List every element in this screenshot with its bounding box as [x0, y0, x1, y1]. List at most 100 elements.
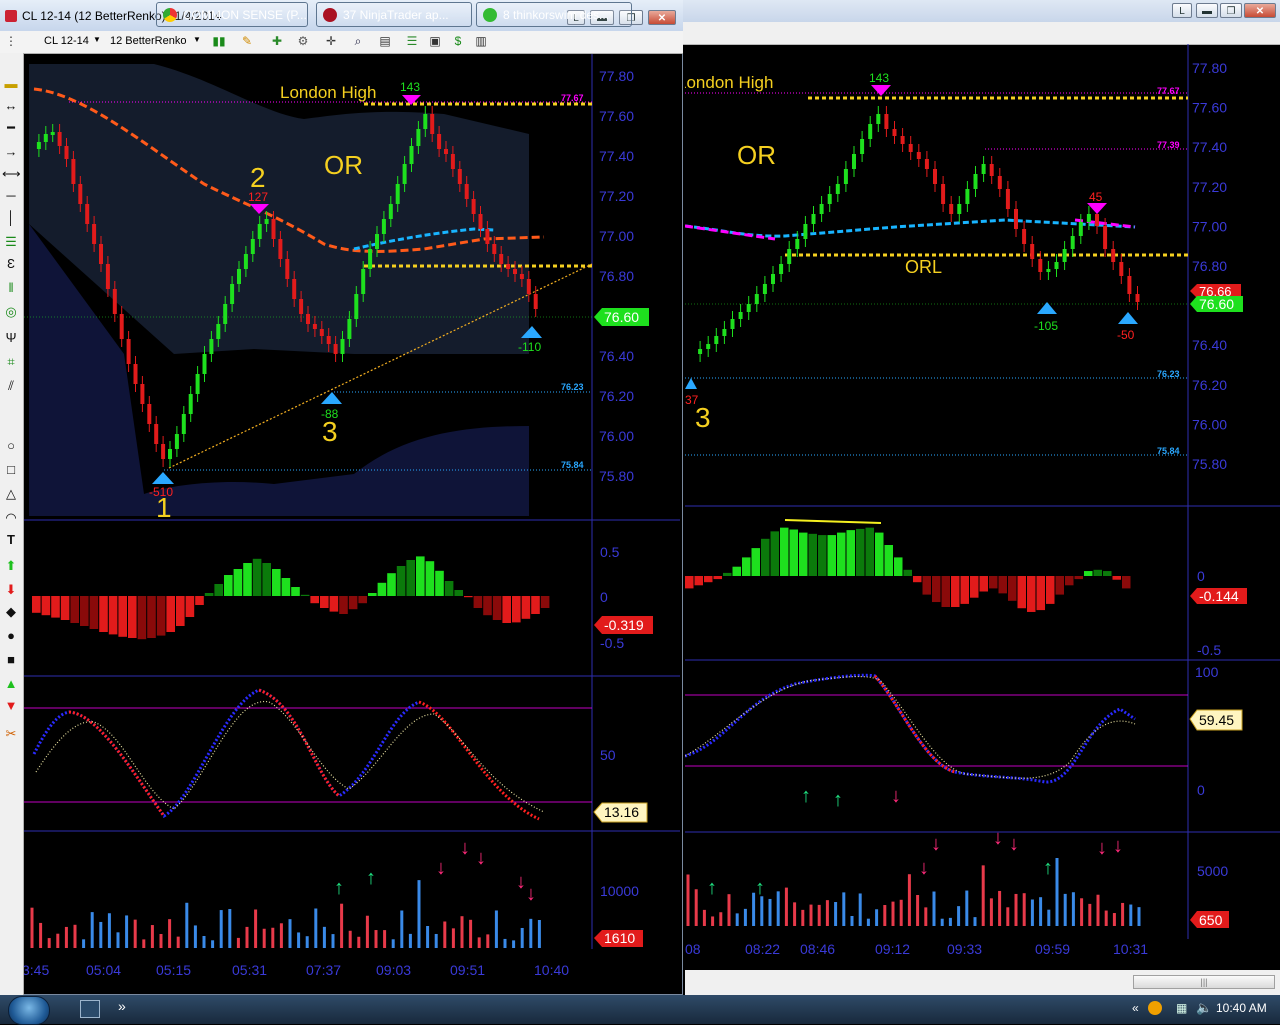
- volume-icon[interactable]: 🔈: [1196, 1000, 1212, 1016]
- taskbar-chrome-button[interactable]: COMMON SENSE (P...: [156, 2, 308, 27]
- ruler-icon[interactable]: ↔: [2, 97, 20, 115]
- line-icon[interactable]: ━: [2, 119, 20, 137]
- crosshair-icon[interactable]: ✛: [324, 34, 338, 48]
- candle-body: [1005, 189, 1010, 209]
- candle-body: [722, 329, 727, 336]
- add-indicator-icon[interactable]: ✚: [270, 34, 284, 48]
- candle-body: [941, 184, 946, 204]
- back-close-button[interactable]: ✕: [1244, 3, 1276, 18]
- macd-bar: [970, 576, 979, 598]
- regression-channel-icon[interactable]: ⫽: [2, 377, 20, 395]
- macd-bar: [1017, 576, 1026, 609]
- diamond-icon[interactable]: ◆: [2, 603, 20, 621]
- taskbar-ninjatrader-button[interactable]: 37 NinjaTrader ap...: [316, 2, 472, 27]
- layout-icon[interactable]: ▥: [474, 34, 488, 48]
- candle-body: [771, 274, 775, 284]
- text-icon[interactable]: T: [2, 531, 20, 549]
- back-macd-axis-0: 0: [1197, 568, 1205, 584]
- screenshot-icon[interactable]: ▣: [428, 34, 442, 48]
- back-scroll-thumb[interactable]: |||: [1133, 975, 1275, 989]
- price-tick-label: 77.20: [599, 188, 634, 204]
- fib-extension-icon[interactable]: Ɛ: [2, 255, 20, 273]
- extended-line-icon[interactable]: ⟷: [2, 165, 21, 183]
- pencil-icon[interactable]: ✎: [240, 34, 254, 48]
- candle-body: [312, 324, 317, 329]
- candle-body: [965, 189, 970, 204]
- front-vol-value: 1610: [604, 930, 635, 946]
- square-icon[interactable]: ■: [2, 651, 20, 669]
- arrow-up-icon[interactable]: ⬆: [2, 557, 20, 575]
- instrument-selector[interactable]: CL 12-14: [44, 35, 89, 47]
- candle-body: [1046, 269, 1051, 272]
- ellipse-icon[interactable]: ○: [2, 437, 20, 455]
- ray-icon[interactable]: →: [2, 143, 20, 161]
- candle-body: [402, 164, 407, 184]
- triangle-up-icon[interactable]: ▲: [2, 675, 20, 693]
- zoom-icon[interactable]: ⌕: [351, 34, 365, 48]
- candle-body: [250, 239, 255, 254]
- candle-body: [1054, 262, 1059, 269]
- candle-body: [868, 124, 873, 139]
- gann-fan-icon[interactable]: ⌗: [2, 353, 20, 371]
- chart-type-selector[interactable]: 12 BetterRenko: [110, 35, 186, 47]
- triangle-down-icon[interactable]: ▼: [2, 697, 20, 715]
- tray-app-icon[interactable]: [1148, 1001, 1162, 1015]
- front-chart-canvas[interactable]: 77.80 77.60 77.40 77.20 77.00 76.80 76.40 76.20…: [24, 54, 680, 992]
- network-icon[interactable]: ▦: [1176, 1001, 1187, 1015]
- taskbar-thinkorswim-button[interactable]: 8 thinkorswim des...: [476, 2, 632, 27]
- candle-body: [264, 219, 269, 224]
- back-chart-canvas[interactable]: 77.80 77.60 77.40 77.20 77.00 76.80 76.40 76.20…: [685, 44, 1280, 970]
- strategy-icon[interactable]: ⚙: [296, 34, 310, 48]
- macd-bar: [998, 576, 1007, 594]
- back-vol-axis-0: 5000: [1197, 863, 1228, 879]
- vertical-line-icon[interactable]: │: [2, 209, 20, 227]
- front-close-button[interactable]: ✕: [648, 10, 676, 25]
- macd-bar: [512, 596, 521, 623]
- dot-icon[interactable]: ●: [2, 627, 20, 645]
- fib-timezones-icon[interactable]: ‖: [2, 279, 20, 297]
- horizontal-line-icon[interactable]: ─: [2, 187, 20, 205]
- dollar-icon[interactable]: $: [451, 34, 465, 48]
- candle-body: [319, 329, 324, 336]
- triangle-icon[interactable]: △: [2, 485, 20, 503]
- show-desktop-icon[interactable]: [80, 1000, 100, 1018]
- quick-launch-more[interactable]: »: [118, 998, 126, 1014]
- andrews-pitchfork-icon[interactable]: Ψ: [2, 329, 20, 347]
- chart-type-dropdown-icon[interactable]: ▼: [193, 35, 201, 44]
- candle-body: [738, 312, 743, 319]
- sell-arrow-icon: ↓: [919, 857, 929, 879]
- price-tick-label: 75.80: [1192, 456, 1227, 472]
- candle-body: [513, 269, 517, 274]
- note-icon[interactable]: ▬: [2, 75, 20, 93]
- tray-expand-icon[interactable]: «: [1132, 1001, 1139, 1015]
- back-minimize-button[interactable]: ▬: [1196, 3, 1218, 18]
- fibonacci-icon[interactable]: ☰: [2, 233, 20, 251]
- macd-bar: [291, 587, 300, 596]
- candle-body: [36, 142, 41, 149]
- sell-arrow-icon: ↓: [1097, 837, 1107, 859]
- properties-icon[interactable]: ☰: [405, 34, 419, 48]
- candle-body: [154, 424, 159, 444]
- macd-bar: [941, 576, 950, 607]
- arc-icon[interactable]: ◠: [2, 509, 20, 527]
- fib-circle-icon[interactable]: ◎: [2, 303, 20, 321]
- bar-type-icon[interactable]: ▮▮: [212, 34, 226, 48]
- back-maximize-button[interactable]: ❐: [1220, 3, 1242, 18]
- candle-body: [395, 184, 400, 204]
- macd-bar: [377, 582, 387, 596]
- arrow-down-icon[interactable]: ⬇: [2, 581, 20, 599]
- back-restore-button[interactable]: L: [1172, 3, 1192, 18]
- data-box-icon[interactable]: ▤: [378, 34, 392, 48]
- rectangle-icon[interactable]: □: [2, 461, 20, 479]
- clock[interactable]: 10:40 AM: [1216, 1001, 1267, 1015]
- instrument-dropdown-icon[interactable]: ▼: [93, 35, 101, 44]
- start-button[interactable]: [8, 996, 50, 1025]
- back-window-titlebar[interactable]: L ▬ ❐ ✕: [680, 0, 1280, 22]
- windows-taskbar: [0, 995, 1280, 1024]
- time-tick-label: 09:59: [1035, 941, 1070, 957]
- macd-bar: [979, 576, 988, 592]
- candle-body: [762, 284, 767, 294]
- remove-drawings-icon[interactable]: ✂: [2, 725, 20, 743]
- back-horizontal-scrollbar[interactable]: |||: [685, 970, 1280, 995]
- macd-bar: [865, 527, 874, 576]
